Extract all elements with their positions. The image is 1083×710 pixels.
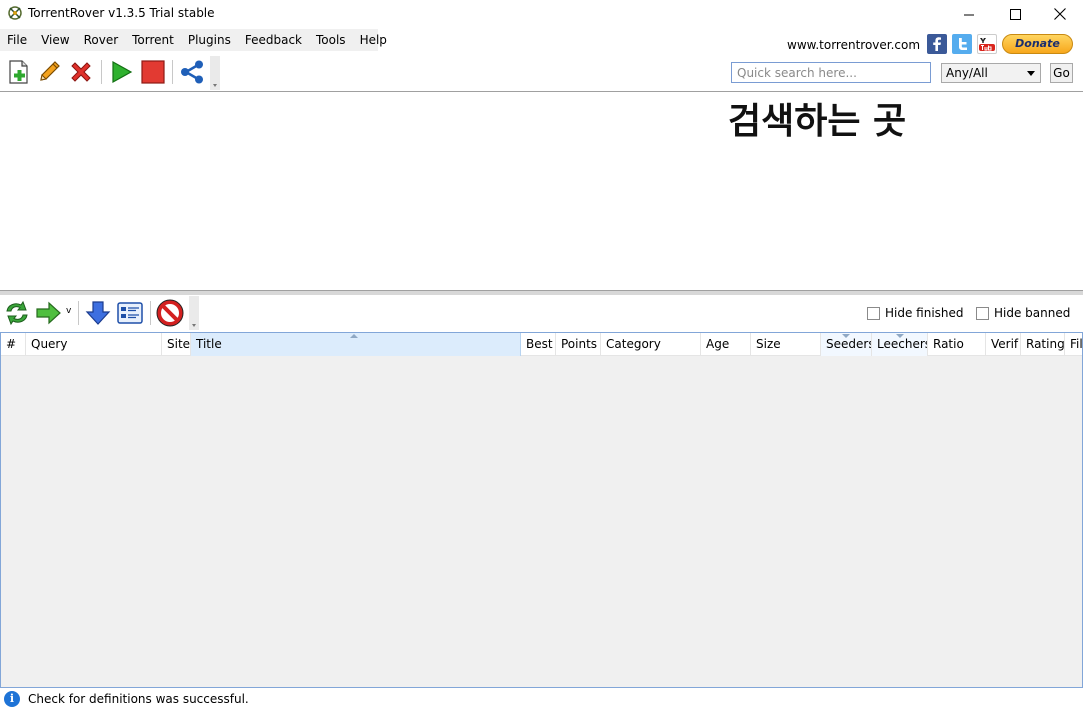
close-button[interactable] — [1037, 0, 1083, 28]
details-button[interactable] — [116, 299, 144, 327]
query-panel[interactable]: 검색하는 곳 — [0, 91, 1083, 291]
minimize-icon — [963, 14, 974, 15]
twitter-icon[interactable] — [952, 34, 972, 54]
search-scope-value: Any/All — [946, 66, 988, 80]
play-icon — [112, 60, 133, 84]
toolbar-separator — [150, 301, 151, 325]
info-icon: i — [4, 691, 20, 707]
column-header-files[interactable]: Fil — [1065, 333, 1082, 356]
title-bar: TorrentRover v1.3.5 Trial stable — [0, 0, 1083, 28]
sort-descending-icon — [896, 334, 904, 338]
toolbar-separator — [172, 60, 173, 84]
menu-file[interactable]: File — [0, 29, 34, 51]
maximize-button[interactable] — [992, 0, 1038, 28]
forward-dropdown-icon[interactable]: v — [66, 306, 71, 316]
menu-tools[interactable]: Tools — [309, 29, 353, 51]
app-icon — [8, 6, 22, 20]
hide-finished-checkbox[interactable]: Hide finished — [867, 306, 964, 320]
column-header-ratio[interactable]: Ratio — [928, 333, 986, 356]
column-header-age[interactable]: Age — [701, 333, 751, 356]
arrow-right-icon — [36, 301, 61, 325]
donate-button[interactable]: Donate — [1002, 34, 1073, 54]
go-button[interactable]: Go — [1050, 63, 1073, 83]
chevron-down-icon — [1027, 71, 1035, 76]
main-window: TorrentRover v1.3.5 Trial stable File Vi… — [0, 0, 1083, 710]
column-header-title[interactable]: Title — [191, 333, 521, 356]
search-scope-select[interactable]: Any/All — [941, 63, 1041, 83]
column-header-category[interactable]: Category — [601, 333, 701, 356]
facebook-icon[interactable] — [927, 34, 947, 54]
status-text: Check for definitions was successful. — [28, 692, 249, 706]
column-header-leechers[interactable]: Leechers — [872, 333, 928, 356]
pencil-icon — [40, 61, 60, 81]
add-document-icon — [9, 60, 28, 84]
column-header-number[interactable]: # — [1, 333, 26, 356]
sort-ascending-icon — [350, 334, 358, 338]
menu-feedback[interactable]: Feedback — [238, 29, 309, 51]
column-header-verif[interactable]: Verif — [986, 333, 1021, 356]
delete-x-icon — [71, 62, 91, 82]
maximize-icon — [1009, 8, 1021, 20]
sort-descending-icon — [842, 334, 850, 338]
menu-torrent[interactable]: Torrent — [125, 29, 181, 51]
results-toolbar: v — [0, 295, 200, 331]
forward-button[interactable] — [34, 299, 62, 327]
quick-search-input[interactable] — [731, 62, 931, 83]
toolbar-grip[interactable] — [189, 296, 199, 330]
delete-query-button[interactable] — [67, 58, 95, 86]
grid-header: # Query Site Title Best Points Category … — [1, 333, 1082, 356]
menu-rover[interactable]: Rover — [77, 29, 126, 51]
stop-button[interactable] — [139, 58, 167, 86]
column-header-seeders-label: Seeders — [826, 337, 872, 351]
list-details-icon — [117, 302, 143, 324]
hide-banned-checkbox[interactable]: Hide banned — [976, 306, 1070, 320]
hide-finished-label: Hide finished — [885, 306, 964, 320]
share-button[interactable] — [178, 58, 206, 86]
annotation-label: 검색하는 곳 — [728, 101, 907, 142]
column-header-rating[interactable]: Rating — [1021, 333, 1065, 356]
column-header-size[interactable]: Size — [751, 333, 821, 356]
start-button[interactable] — [107, 58, 135, 86]
toolbar-grip[interactable] — [210, 56, 220, 90]
toolbar-separator — [101, 60, 102, 84]
column-header-title-label: Title — [196, 337, 222, 351]
toolbar-separator — [78, 301, 79, 325]
checkbox-box[interactable] — [976, 306, 989, 320]
menu-bar: File View Rover Torrent Plugins Feedback… — [0, 29, 387, 51]
column-header-site[interactable]: Site — [162, 333, 191, 356]
ban-icon — [156, 299, 184, 327]
ban-button[interactable] — [156, 299, 184, 327]
checkbox-box[interactable] — [867, 306, 880, 320]
column-header-leechers-label: Leechers — [877, 337, 928, 351]
share-icon — [181, 60, 203, 84]
column-header-points[interactable]: Points — [556, 333, 601, 356]
site-link[interactable]: www.torrentrover.com — [787, 38, 920, 52]
hide-banned-label: Hide banned — [994, 306, 1071, 320]
results-grid[interactable]: # Query Site Title Best Points Category … — [0, 332, 1083, 688]
minimize-button[interactable] — [946, 0, 992, 28]
edit-query-button[interactable] — [35, 58, 63, 86]
download-button[interactable] — [84, 299, 112, 327]
refresh-icon — [6, 300, 28, 326]
column-header-seeders[interactable]: Seeders — [821, 333, 872, 356]
window-title: TorrentRover v1.3.5 Trial stable — [28, 6, 215, 20]
arrow-down-icon — [85, 301, 111, 325]
refresh-button[interactable] — [3, 299, 31, 327]
menu-help[interactable]: Help — [353, 29, 394, 51]
menu-view[interactable]: View — [34, 29, 76, 51]
main-toolbar — [0, 54, 220, 90]
stop-icon — [141, 60, 165, 84]
close-icon — [1054, 8, 1066, 20]
youtube-icon[interactable] — [977, 34, 997, 54]
menu-plugins[interactable]: Plugins — [181, 29, 238, 51]
column-header-query[interactable]: Query — [26, 333, 162, 356]
column-header-best[interactable]: Best — [521, 333, 556, 356]
add-query-button[interactable] — [4, 58, 32, 86]
